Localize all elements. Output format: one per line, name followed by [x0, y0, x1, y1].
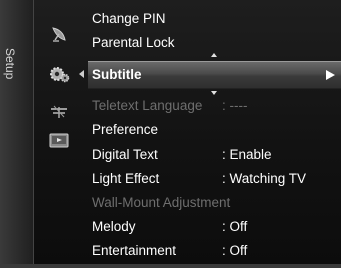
menu-item-label: Wall-Mount Adjustment: [92, 195, 231, 210]
menu-item-parental-lock[interactable]: Parental Lock: [88, 32, 341, 54]
gear-icon[interactable]: [46, 64, 72, 84]
side-tab-label: Setup: [3, 48, 17, 80]
menu-item-value: : Off: [222, 243, 248, 258]
menu-item-teletext-language: Teletext Language : ----: [88, 95, 341, 117]
menu-item-label: Preference: [92, 122, 159, 137]
menu-item-value: : Watching TV: [222, 171, 307, 186]
selection-pointer-icon: [79, 70, 84, 78]
antenna-icon[interactable]: [46, 102, 72, 122]
menu-item-light-effect[interactable]: Light Effect : Watching TV: [88, 168, 341, 190]
menu-item-change-pin[interactable]: Change PIN: [88, 8, 341, 30]
input-icon[interactable]: [46, 131, 72, 151]
submenu-arrow-icon: [326, 70, 335, 80]
menu-item-label: Change PIN: [92, 11, 166, 26]
menu-item-label: Light Effect: [92, 171, 160, 186]
menu-item-entertainment[interactable]: Entertainment : Off: [88, 240, 341, 262]
category-icon-column: [34, 0, 86, 268]
menu-item-label: Subtitle: [92, 67, 142, 82]
setup-menu: Setup Change PIN Parental Lock Subtitle …: [0, 0, 341, 268]
setup-side-tab[interactable]: Setup: [0, 0, 34, 268]
menu-item-label: Teletext Language: [92, 98, 203, 113]
menu-item-digital-text[interactable]: Digital Text : Enable: [88, 144, 341, 166]
menu-item-subtitle[interactable]: Subtitle: [88, 61, 341, 89]
menu-item-label: Digital Text: [92, 147, 158, 162]
menu-item-value: : ----: [222, 98, 248, 113]
menu-item-wall-mount-adjustment: Wall-Mount Adjustment: [88, 192, 341, 214]
menu-item-value: : Off: [222, 219, 248, 234]
menu-item-label: Parental Lock: [92, 35, 175, 50]
menu-item-melody[interactable]: Melody : Off: [88, 216, 341, 238]
satellite-dish-icon[interactable]: [46, 25, 72, 45]
menu-item-label: Entertainment: [92, 243, 177, 258]
menu-item-value: : Enable: [222, 147, 272, 162]
menu-item-label: Melody: [92, 219, 136, 234]
menu-item-preference[interactable]: Preference: [88, 119, 341, 141]
scroll-up-arrow-icon: [211, 53, 217, 57]
menu-bottom-edge: [0, 264, 341, 268]
